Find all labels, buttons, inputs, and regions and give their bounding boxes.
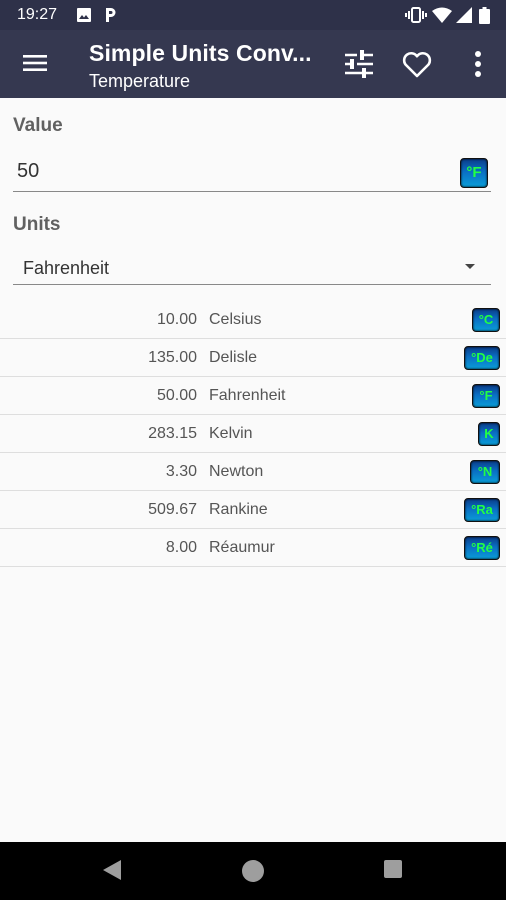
result-row-fahrenheit[interactable]: 50.00 Fahrenheit °F (0, 377, 506, 415)
unit-badge: °De (464, 346, 500, 370)
result-row-reaumur[interactable]: 8.00 Réaumur °Ré (0, 529, 506, 567)
value-field[interactable]: °F (13, 150, 491, 192)
wifi-icon (432, 7, 452, 23)
image-icon (77, 8, 91, 22)
parking-p-icon (106, 8, 116, 22)
result-row-kelvin[interactable]: 283.15 Kelvin K (0, 415, 506, 453)
result-value: 10.00 (156, 311, 197, 328)
units-selected-value: Fahrenheit (23, 258, 110, 278)
app-bar: Simple Units Conv... Temperature (0, 30, 506, 98)
result-unit: Réaumur (209, 539, 275, 556)
unit-badge: °C (472, 308, 500, 332)
units-label: Units (13, 214, 61, 235)
signal-icon (456, 7, 472, 23)
result-row-newton[interactable]: 3.30 Newton °N (0, 453, 506, 491)
value-input[interactable] (17, 160, 437, 183)
result-unit: Newton (209, 463, 264, 480)
heart-outline-icon[interactable] (401, 48, 433, 80)
result-unit: Fahrenheit (209, 387, 286, 404)
recents-icon[interactable] (383, 859, 403, 879)
result-value: 8.00 (165, 539, 197, 556)
value-unit-badge: °F (460, 158, 488, 188)
tune-sliders-icon[interactable] (343, 48, 375, 80)
battery-icon (479, 7, 490, 24)
result-unit: Celsius (209, 311, 262, 328)
app-subtitle: Temperature (89, 71, 191, 91)
back-icon[interactable] (102, 859, 122, 881)
result-row-celsius[interactable]: 10.00 Celsius °C (0, 301, 506, 339)
result-row-rankine[interactable]: 509.67 Rankine °Ra (0, 491, 506, 529)
result-value: 50.00 (156, 387, 197, 404)
status-bar: 19:27 (0, 0, 506, 30)
units-dropdown[interactable]: Fahrenheit (13, 250, 491, 285)
unit-badge: °Ré (464, 536, 500, 560)
result-unit: Delisle (209, 349, 258, 366)
status-time: 19:27 (17, 6, 58, 23)
results-list: 10.00 Celsius °C 135.00 Delisle °De 50.0… (0, 301, 506, 567)
vibrate-icon (405, 7, 427, 23)
result-unit: Rankine (209, 501, 268, 518)
result-value: 283.15 (148, 425, 197, 442)
home-icon[interactable] (241, 859, 265, 883)
unit-badge: °F (472, 384, 500, 408)
result-row-delisle[interactable]: 135.00 Delisle °De (0, 339, 506, 377)
menu-icon[interactable] (22, 50, 48, 76)
result-value: 509.67 (148, 501, 197, 518)
unit-badge: K (478, 422, 500, 446)
more-vert-icon[interactable] (462, 48, 494, 80)
unit-badge: °N (470, 460, 500, 484)
result-value: 135.00 (148, 349, 197, 366)
value-label: Value (13, 115, 63, 136)
chevron-down-icon[interactable] (465, 264, 475, 269)
result-value: 3.30 (165, 463, 197, 480)
unit-badge: °Ra (464, 498, 500, 522)
result-unit: Kelvin (209, 425, 253, 442)
system-nav-bar (0, 842, 506, 900)
app-title: Simple Units Conv... (89, 40, 312, 66)
